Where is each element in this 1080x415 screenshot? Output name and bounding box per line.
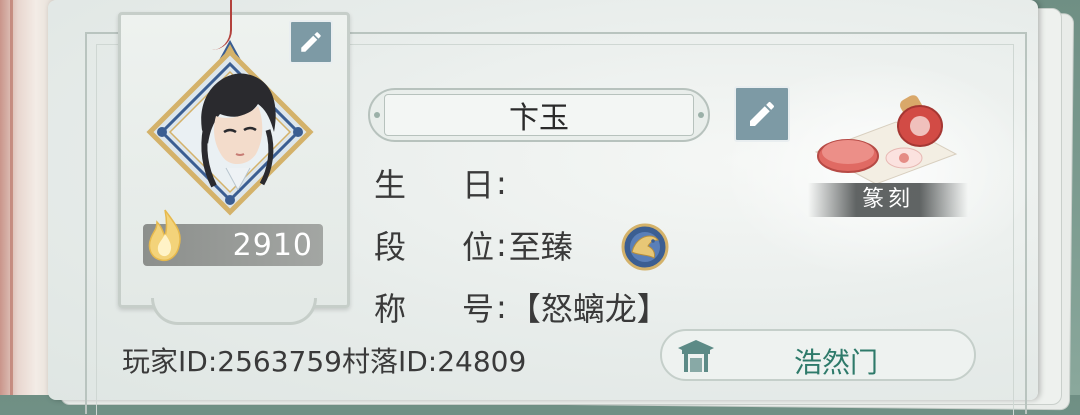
- birthday-row: 生 日 :: [374, 163, 509, 204]
- sect-button[interactable]: 浩然门: [660, 329, 976, 381]
- title-value: 【怒螭龙】: [508, 290, 669, 328]
- title-label: 称 号: [374, 290, 494, 328]
- sect-name: 浩然门: [793, 346, 878, 379]
- rank-value: 至臻: [508, 228, 573, 266]
- player-id-label: 玩家ID:: [122, 345, 218, 378]
- plate-ornament: [374, 112, 380, 118]
- pencil-icon: [301, 32, 321, 52]
- name-edit-button[interactable]: [734, 86, 790, 142]
- village-id-label: 村落ID:: [341, 345, 438, 378]
- rank-row: 段 位 : 至臻: [374, 225, 573, 266]
- village-id: 24809: [437, 345, 527, 378]
- name-plate: 卞玉: [368, 88, 710, 142]
- player-name: 卞玉: [384, 94, 694, 136]
- avatar-portrait: [201, 73, 276, 190]
- id-line: 玩家ID:2563759村落ID:24809: [122, 340, 526, 380]
- seal-label[interactable]: 篆刻: [808, 183, 968, 217]
- player-id: 2563759: [217, 345, 342, 378]
- title-row: 称 号 : 【怒螭龙】: [374, 287, 669, 328]
- avatar-edit-button[interactable]: [289, 20, 333, 64]
- dragon-badge-icon[interactable]: [618, 222, 672, 272]
- pencil-icon: [750, 101, 775, 126]
- seal-stamp-icon[interactable]: [806, 92, 966, 184]
- power-value: 2910: [232, 228, 313, 263]
- power-display: 2910: [143, 209, 323, 266]
- birthday-label: 生 日: [374, 166, 494, 204]
- plate-ornament: [698, 112, 704, 118]
- rank-label: 段 位: [374, 228, 494, 266]
- flame-icon: [148, 209, 181, 262]
